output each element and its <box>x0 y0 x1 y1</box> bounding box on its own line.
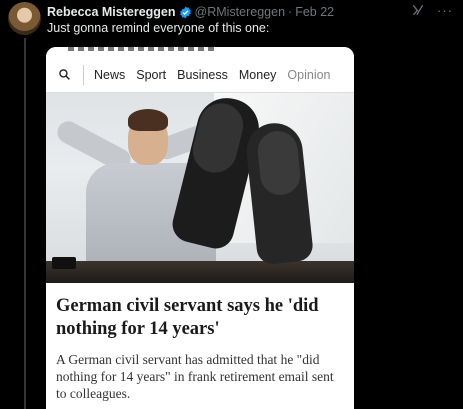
thread-connector-line <box>24 38 26 409</box>
article-nav: News Sport Business Money Opinion <box>46 57 354 93</box>
article-photo <box>46 93 354 283</box>
masthead-crop <box>46 47 354 57</box>
nav-item-opinion: Opinion <box>287 67 331 82</box>
verified-badge-icon <box>179 6 191 18</box>
author-handle[interactable]: @RMistereggen <box>195 5 286 19</box>
nav-divider <box>83 64 84 85</box>
more-icon[interactable]: ··· <box>437 4 453 17</box>
nav-item-sport: Sport <box>136 67 167 82</box>
header-separator: · <box>288 5 293 19</box>
article-standfirst: A German civil servant has admitted that… <box>56 352 334 401</box>
grok-icon[interactable] <box>411 3 425 17</box>
nav-item-news: News <box>94 67 126 82</box>
nav-item-money: Money <box>238 67 277 82</box>
tweet-date[interactable]: Feb 22 <box>295 5 334 19</box>
attached-image-card[interactable]: News Sport Business Money Opinion German… <box>46 47 354 409</box>
search-icon <box>59 69 70 80</box>
tweet-header: Rebecca Mistereggen @RMistereggen · Feb … <box>47 4 453 20</box>
nav-item-business: Business <box>177 67 228 82</box>
tweet-text: Just gonna remind everyone of this one: <box>47 21 270 35</box>
author-name[interactable]: Rebecca Mistereggen <box>47 5 176 19</box>
tweet-actions-top: ··· <box>411 3 453 17</box>
author-avatar[interactable] <box>8 2 41 35</box>
article-headline: German civil servant says he 'did nothin… <box>56 296 319 339</box>
